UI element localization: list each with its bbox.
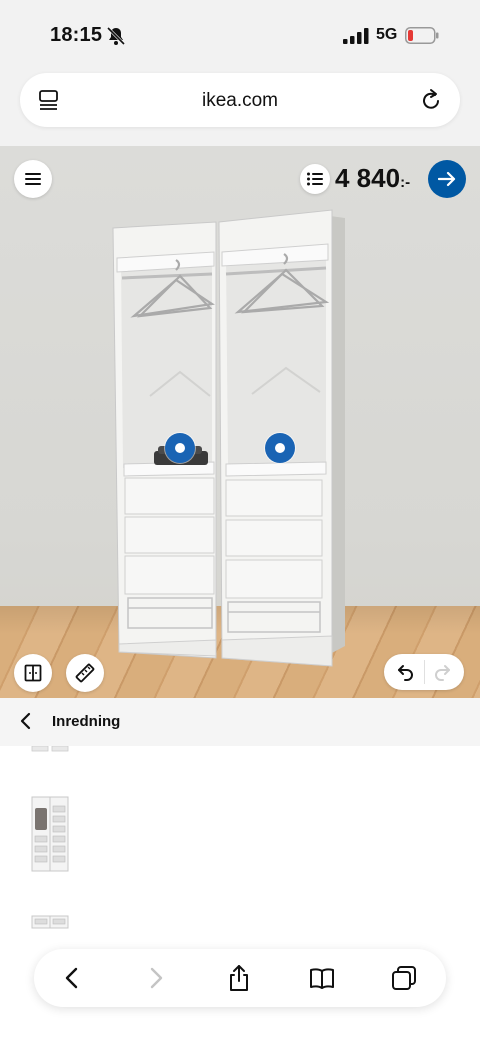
network-type: 5G [376, 26, 398, 43]
interior-options-list [0, 746, 480, 946]
measure-button[interactable] [66, 654, 104, 692]
bell-slash-icon [106, 26, 126, 46]
address-bar[interactable]: ikea.com [20, 73, 460, 127]
menu-icon [25, 173, 41, 185]
arrow-right-icon [438, 171, 456, 187]
hotspot-left-section[interactable] [165, 433, 195, 463]
tabs-icon[interactable] [390, 964, 418, 992]
status-time: 18:15 [50, 24, 103, 46]
browser-toolbar-area [0, 935, 480, 1041]
back-icon[interactable] [58, 964, 86, 992]
browser-toolbar [34, 949, 446, 1007]
view-toggle-button[interactable] [14, 654, 52, 692]
panel-title: Inredning [52, 713, 121, 730]
total-price: 4 840:- [335, 163, 410, 194]
undo-icon[interactable] [394, 660, 418, 684]
panel-header: Inredning [0, 698, 480, 746]
price-amount: 4 840 [335, 163, 401, 193]
redo-icon[interactable] [430, 660, 454, 684]
split-view-icon [24, 664, 42, 682]
forward-icon[interactable] [142, 964, 170, 992]
menu-button[interactable] [14, 160, 52, 198]
ruler-icon [75, 663, 95, 683]
wardrobe-model [112, 209, 345, 667]
chevron-left-icon[interactable] [16, 711, 36, 731]
battery-icon [405, 27, 439, 44]
continue-button[interactable] [428, 160, 466, 198]
hotspot-right-section[interactable] [265, 433, 295, 463]
planner-3d-view[interactable]: 4 840:- [0, 146, 480, 698]
option-thumbnail[interactable] [28, 914, 72, 930]
option-thumbnail[interactable] [28, 796, 72, 872]
browser-chrome: ikea.com [0, 70, 480, 146]
share-icon[interactable] [225, 964, 253, 992]
address-domain: ikea.com [201, 90, 279, 111]
list-icon [307, 172, 323, 186]
signal-icon [343, 28, 369, 44]
product-list-button[interactable] [300, 164, 330, 194]
price-currency: :- [400, 174, 411, 191]
bookmarks-icon[interactable] [308, 964, 336, 992]
status-bar: 18:15 5G [0, 0, 480, 70]
undo-redo-group [384, 654, 464, 690]
option-thumbnail[interactable] [28, 746, 72, 754]
undo-redo-divider [424, 660, 425, 684]
reload-icon[interactable] [420, 88, 442, 112]
